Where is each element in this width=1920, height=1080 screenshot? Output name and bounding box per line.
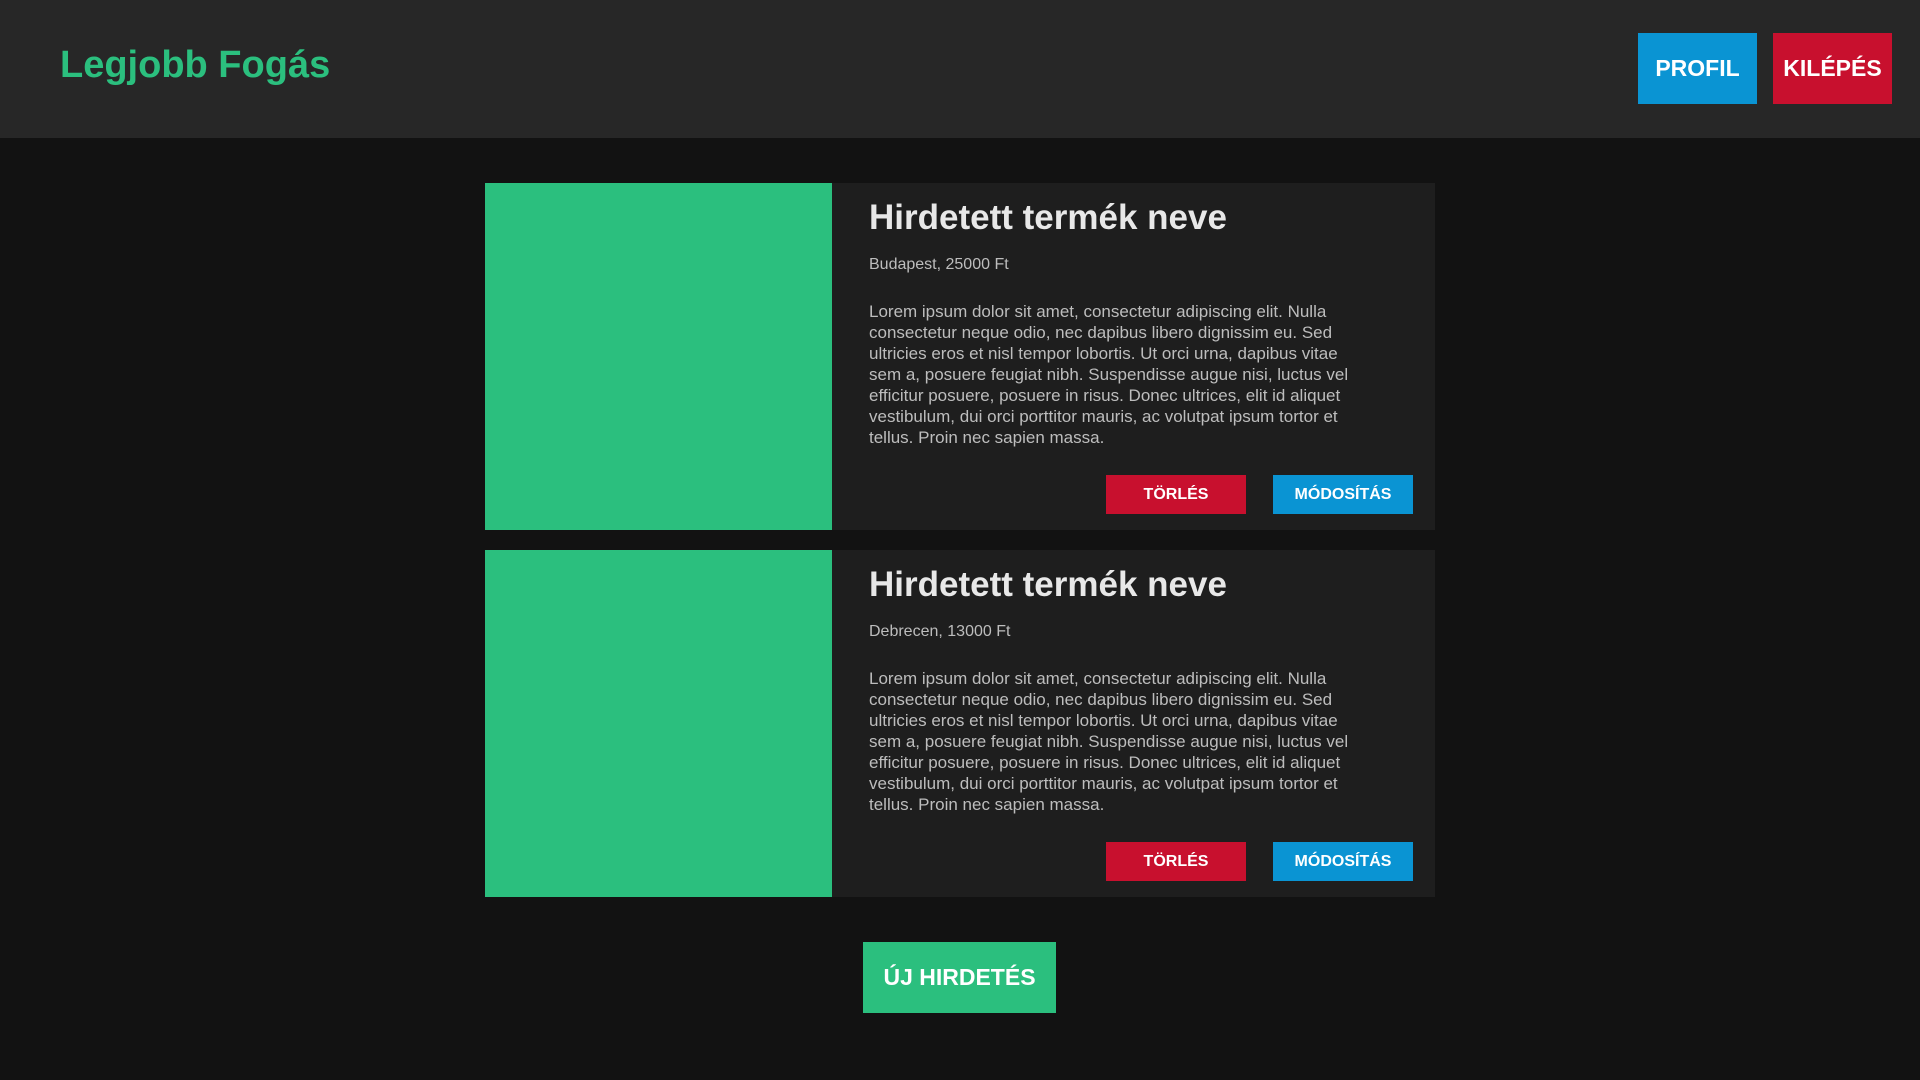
edit-button[interactable]: MÓDOSÍTÁS (1273, 475, 1413, 514)
listing-title: Hirdetett termék neve (869, 198, 1227, 237)
profile-button[interactable]: PROFIL (1638, 33, 1757, 104)
edit-button[interactable]: MÓDOSÍTÁS (1273, 842, 1413, 881)
app-header: Legjobb Fogás PROFIL KILÉPÉS (0, 0, 1920, 138)
logout-button[interactable]: KILÉPÉS (1773, 33, 1892, 104)
new-listing-button[interactable]: ÚJ HIRDETÉS (863, 942, 1056, 1013)
listing-image (485, 550, 832, 897)
listing-card: Hirdetett termék neve Debrecen, 13000 Ft… (485, 550, 1435, 897)
listing-location-price: Debrecen, 13000 Ft (869, 623, 1011, 640)
listing-title: Hirdetett termék neve (869, 565, 1227, 604)
delete-button[interactable]: TÖRLÉS (1106, 842, 1246, 881)
listing-card: Hirdetett termék neve Budapest, 25000 Ft… (485, 183, 1435, 530)
delete-button[interactable]: TÖRLÉS (1106, 475, 1246, 514)
app-logo[interactable]: Legjobb Fogás (60, 44, 330, 87)
listing-location-price: Budapest, 25000 Ft (869, 256, 1009, 273)
listing-image (485, 183, 832, 530)
listing-description: Lorem ipsum dolor sit amet, consectetur … (869, 669, 1349, 814)
listing-description: Lorem ipsum dolor sit amet, consectetur … (869, 302, 1349, 447)
